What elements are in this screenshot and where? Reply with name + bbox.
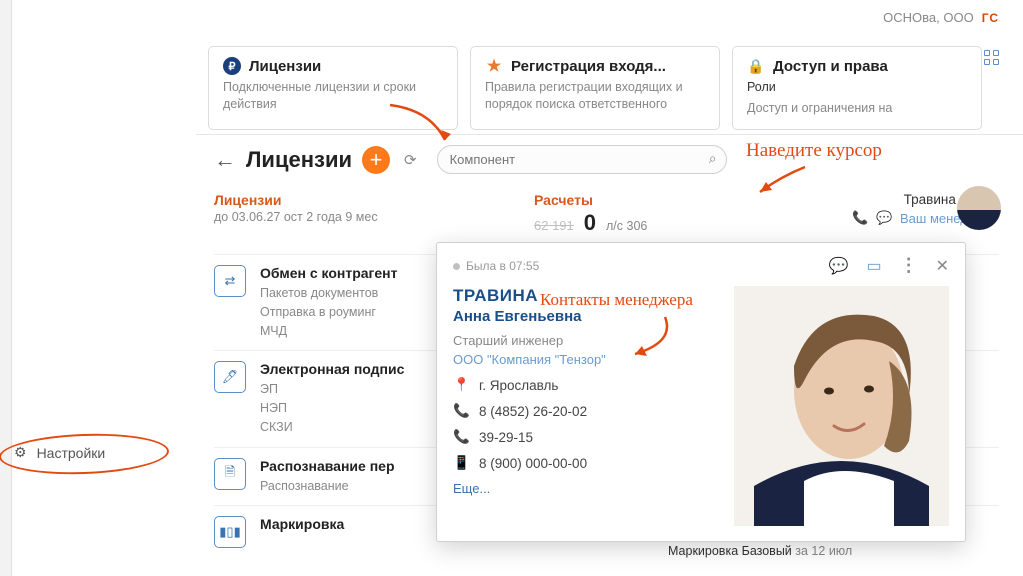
item-tags: ЭПНЭПСКЗИ <box>260 380 404 436</box>
scan-icon: 🗎 <box>214 458 246 490</box>
item-title: Электронная подпис <box>260 361 404 377</box>
phone-icon: 📞 <box>453 429 469 445</box>
add-button[interactable]: + <box>362 146 390 174</box>
panel-header: ← Лицензии + ⟳ ⌕ <box>214 145 999 174</box>
contact-popup: Была в 07:55 💬 ▭ ⋮ ✕ ТРАВИНА Анна Евгень… <box>436 242 966 542</box>
video-icon[interactable]: ▭ <box>866 256 881 276</box>
back-button[interactable]: ← <box>214 147 236 173</box>
settings-button[interactable]: ⚙ Настройки <box>8 440 123 465</box>
usb-icon: 🖊 <box>214 361 246 393</box>
col-head: Лицензии <box>214 192 514 208</box>
pin-icon: 📍 <box>453 377 469 393</box>
popup-more-link[interactable]: Еще... <box>453 481 722 496</box>
card-desc: Подключенные лицензии и сроки действия <box>223 79 443 113</box>
apps-grid-icon[interactable] <box>984 50 999 65</box>
item-title: Обмен с контрагент <box>260 265 397 281</box>
close-icon[interactable]: ✕ <box>936 256 949 276</box>
col-calculations: Расчеты 62 191 0 л/с 306 <box>534 192 734 236</box>
popup-status: Была в 07:55 <box>453 259 539 273</box>
card-desc: Правила регистрации входящих и порядок п… <box>485 79 705 113</box>
chat-icon[interactable]: 💬 <box>876 210 892 226</box>
logo-icon: ГС <box>982 11 999 25</box>
panel-title: Лицензии <box>246 147 352 173</box>
item-tags: Пакетов документовОтправка в роумингМЧД <box>260 284 397 340</box>
org-label: ОСНОва, ООО ГС <box>883 10 999 25</box>
search-icon[interactable]: ⌕ <box>709 150 717 167</box>
more-icon[interactable]: ⋮ <box>900 255 918 276</box>
search-box: ⌕ <box>437 145 727 174</box>
calc-old-value: 62 191 <box>534 218 574 233</box>
chat-icon[interactable]: 💬 <box>829 256 849 276</box>
popup-city-row: 📍г. Ярославль <box>453 377 722 393</box>
search-input[interactable] <box>437 145 727 174</box>
phone-icon[interactable]: 📞 <box>852 210 868 226</box>
star-icon: ★ <box>485 57 503 75</box>
calc-account: л/с 306 <box>606 219 647 233</box>
lock-icon: 🔒 <box>747 57 765 75</box>
exchange-icon: ⇄ <box>214 265 246 297</box>
org-name: ОСНОва, ООО <box>883 10 974 25</box>
card-title: Регистрация входя... <box>511 58 666 75</box>
popup-photo <box>734 286 949 526</box>
popup-phone-row[interactable]: 📞8 (4852) 26-20-02 <box>453 403 722 419</box>
popup-role: Старший инженер <box>453 333 722 348</box>
gear-icon: ⚙ <box>14 444 27 461</box>
manager-name: Травина Анна <box>754 192 991 207</box>
card-licenses[interactable]: ₽ Лицензии Подключенные лицензии и сроки … <box>208 46 458 130</box>
popup-phone-row[interactable]: 📞39-29-15 <box>453 429 722 445</box>
manager-avatar[interactable] <box>957 186 1001 230</box>
settings-label: Настройки <box>37 445 106 461</box>
card-subtitle: Роли <box>747 79 967 96</box>
popup-surname: ТРАВИНА <box>453 286 722 306</box>
popup-company[interactable]: ООО "Компания "Тензор" <box>453 352 722 367</box>
sidebar-stub <box>0 0 12 576</box>
phone-icon: 📞 <box>453 403 469 419</box>
summary-columns: Лицензии до 03.06.27 ост 2 года 9 мес Ра… <box>214 192 999 236</box>
ruble-icon: ₽ <box>223 57 241 75</box>
refresh-button[interactable]: ⟳ <box>400 151 421 169</box>
mobile-icon: 📱 <box>453 455 469 471</box>
bottom-date: за 12 июл <box>795 544 852 558</box>
item-title: Распознавание пер <box>260 458 395 474</box>
barcode-icon: ▮▯▮ <box>214 516 246 548</box>
card-title: Лицензии <box>249 58 321 75</box>
col-licenses: Лицензии до 03.06.27 ост 2 года 9 мес <box>214 192 514 236</box>
card-desc: Доступ и ограничения на <box>747 100 967 117</box>
card-access[interactable]: 🔒 Доступ и права Роли Доступ и ограничени… <box>732 46 982 130</box>
card-registration[interactable]: ★ Регистрация входя... Правила регистраци… <box>470 46 720 130</box>
popup-mobile-row[interactable]: 📱8 (900) 000-00-00 <box>453 455 722 471</box>
item-tags: Распознавание <box>260 477 395 496</box>
bottom-strip: Маркировка Базовый за 12 июл <box>668 544 852 558</box>
cards-row: ₽ Лицензии Подключенные лицензии и сроки … <box>208 46 982 130</box>
calc-value: 0 <box>584 210 596 236</box>
item-title: Маркировка <box>260 516 344 532</box>
popup-fullname: Анна Евгеньевна <box>453 308 722 325</box>
card-title: Доступ и права <box>773 58 888 75</box>
bottom-title: Маркировка Базовый <box>668 544 792 558</box>
col-head: Расчеты <box>534 192 734 208</box>
col-sub: до 03.06.27 ост 2 года 9 мес <box>214 210 514 224</box>
